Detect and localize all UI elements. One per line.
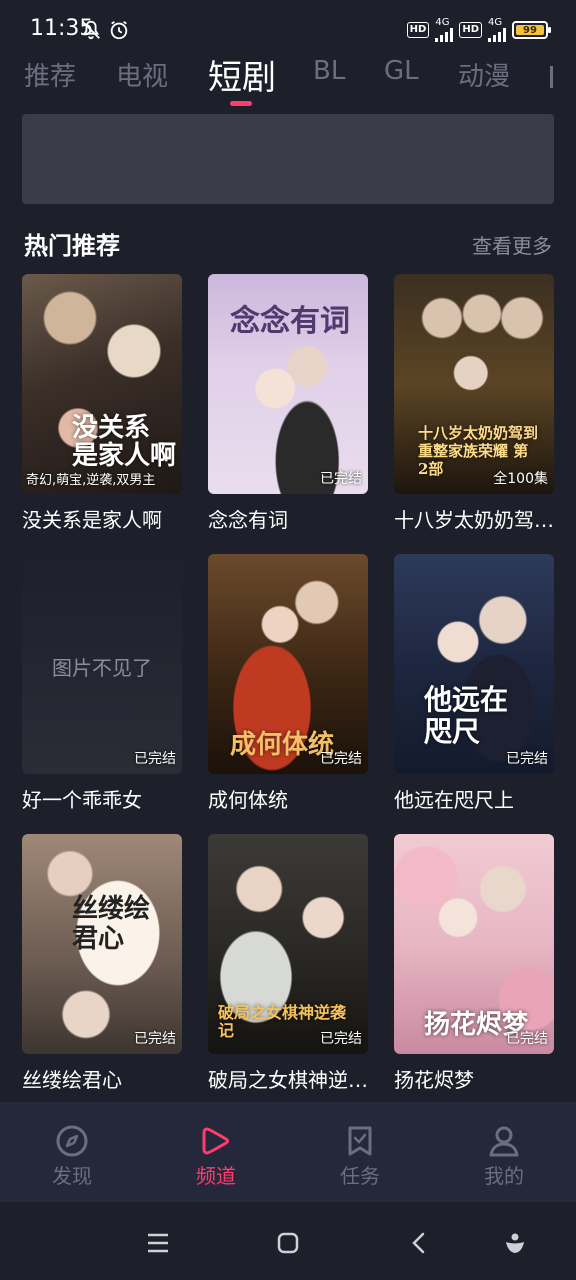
status-badge: 已完结	[320, 751, 362, 767]
status-bar: 11:35 HD 4G HD 4G 99	[0, 0, 576, 60]
user-icon	[489, 1126, 519, 1157]
genre-tag: 奇幻,萌宝,逆袭,双男主	[26, 473, 156, 488]
drama-card[interactable]: 图片不见了 已完结 好一个乖乖女	[22, 554, 182, 813]
tab-gl[interactable]: GL	[384, 56, 419, 86]
drama-card[interactable]: 成何体统 已完结 成何体统	[208, 554, 368, 813]
tab-tv[interactable]: 电视	[116, 56, 168, 93]
drama-card[interactable]: 十八岁太奶奶驾到 重整家族荣耀 第2部 全100集 十八岁太奶奶驾到，重整家族荣…	[394, 274, 554, 533]
status-badge: 已完结	[320, 1031, 362, 1047]
bookmark-check-icon	[348, 1126, 372, 1156]
drama-card[interactable]: 丝缕绘君心 已完结 丝缕绘君心	[22, 834, 182, 1093]
tab-anime[interactable]: 动漫	[458, 56, 510, 93]
drama-title: 丝缕绘君心	[22, 1068, 122, 1092]
tab-bl[interactable]: BL	[313, 56, 345, 86]
status-badge: 已完结	[134, 1031, 176, 1047]
nav-profile[interactable]: 我的	[464, 1124, 544, 1189]
poster-image: 念念有词 已完结	[208, 274, 368, 494]
mute-notification-icon	[82, 20, 100, 40]
drama-card[interactable]: 破局之女棋神逆袭记 已完结 破局之女棋神逆袭记	[208, 834, 368, 1093]
drama-title: 他远在咫尺上	[394, 788, 514, 812]
tab-short-drama[interactable]: 短剧	[208, 50, 276, 99]
tab-recommend[interactable]: 推荐	[24, 56, 76, 93]
drama-title: 破局之女棋神逆袭记	[208, 1068, 368, 1092]
drama-title: 成何体统	[208, 788, 288, 812]
drama-card[interactable]: 念念有词 已完结 念念有词	[208, 274, 368, 533]
status-badge: 已完结	[134, 751, 176, 767]
status-badge: 已完结	[506, 751, 548, 767]
battery-icon: 99	[512, 21, 551, 39]
poster-image: 成何体统 已完结	[208, 554, 368, 774]
tab-scroll-edge	[550, 66, 553, 88]
drama-card[interactable]: 扬花烬梦 已完结 扬花烬梦	[394, 834, 554, 1093]
home-icon[interactable]	[277, 1232, 299, 1254]
banner-placeholder[interactable]	[22, 114, 554, 204]
drama-title: 念念有词	[208, 508, 288, 532]
drama-title: 好一个乖乖女	[22, 788, 142, 812]
assistant-icon[interactable]	[504, 1232, 526, 1254]
nav-label: 频道	[196, 1164, 236, 1188]
signal-1: 4G	[435, 18, 454, 42]
drama-title: 没关系是家人啊	[22, 508, 162, 532]
section-title: 热门推荐	[24, 232, 120, 260]
active-tab-indicator	[230, 101, 252, 106]
play-icon	[202, 1127, 229, 1155]
hd-badge: HD	[406, 22, 430, 38]
poster-image: 他远在咫尺 已完结	[394, 554, 554, 774]
drama-title: 扬花烬梦	[394, 1068, 474, 1092]
system-navigation-bar	[0, 1202, 576, 1280]
status-badge: 已完结	[506, 1031, 548, 1047]
menu-icon[interactable]	[146, 1232, 170, 1254]
nav-discover[interactable]: 发现	[32, 1124, 112, 1189]
hd-badge-2: HD	[459, 22, 482, 38]
signal-2: 4G	[488, 18, 506, 42]
episode-badge: 全100集	[493, 471, 548, 487]
compass-icon	[56, 1125, 88, 1157]
nav-label: 任务	[340, 1164, 380, 1188]
poster-image: 没关系 是家人啊 奇幻,萌宝,逆袭,双男主	[22, 274, 182, 494]
drama-title: 十八岁太奶奶驾到，重整家族荣耀第2部	[394, 508, 554, 532]
poster-image: 破局之女棋神逆袭记 已完结	[208, 834, 368, 1054]
see-more-link[interactable]: 查看更多	[472, 230, 552, 259]
nav-tasks[interactable]: 任务	[320, 1124, 400, 1189]
poster-image: 十八岁太奶奶驾到 重整家族荣耀 第2部 全100集	[394, 274, 554, 494]
nav-label: 发现	[52, 1164, 92, 1188]
status-badge: 已完结	[320, 471, 362, 487]
back-icon[interactable]	[410, 1232, 426, 1254]
poster-image: 丝缕绘君心 已完结	[22, 834, 182, 1054]
drama-card[interactable]: 他远在咫尺 已完结 他远在咫尺上	[394, 554, 554, 813]
image-missing-text: 图片不见了	[52, 656, 152, 680]
poster-missing: 图片不见了 已完结	[22, 554, 182, 774]
drama-card[interactable]: 没关系 是家人啊 奇幻,萌宝,逆袭,双男主 没关系是家人啊	[22, 274, 182, 533]
channel-tabs: 推荐 电视 短剧 BL GL 动漫	[0, 56, 576, 106]
bottom-navigation: 发现 频道 任务 我的	[0, 1102, 576, 1202]
poster-image: 扬花烬梦 已完结	[394, 834, 554, 1054]
alarm-icon	[110, 20, 128, 40]
nav-label: 我的	[484, 1164, 524, 1188]
nav-channel[interactable]: 频道	[176, 1124, 256, 1189]
